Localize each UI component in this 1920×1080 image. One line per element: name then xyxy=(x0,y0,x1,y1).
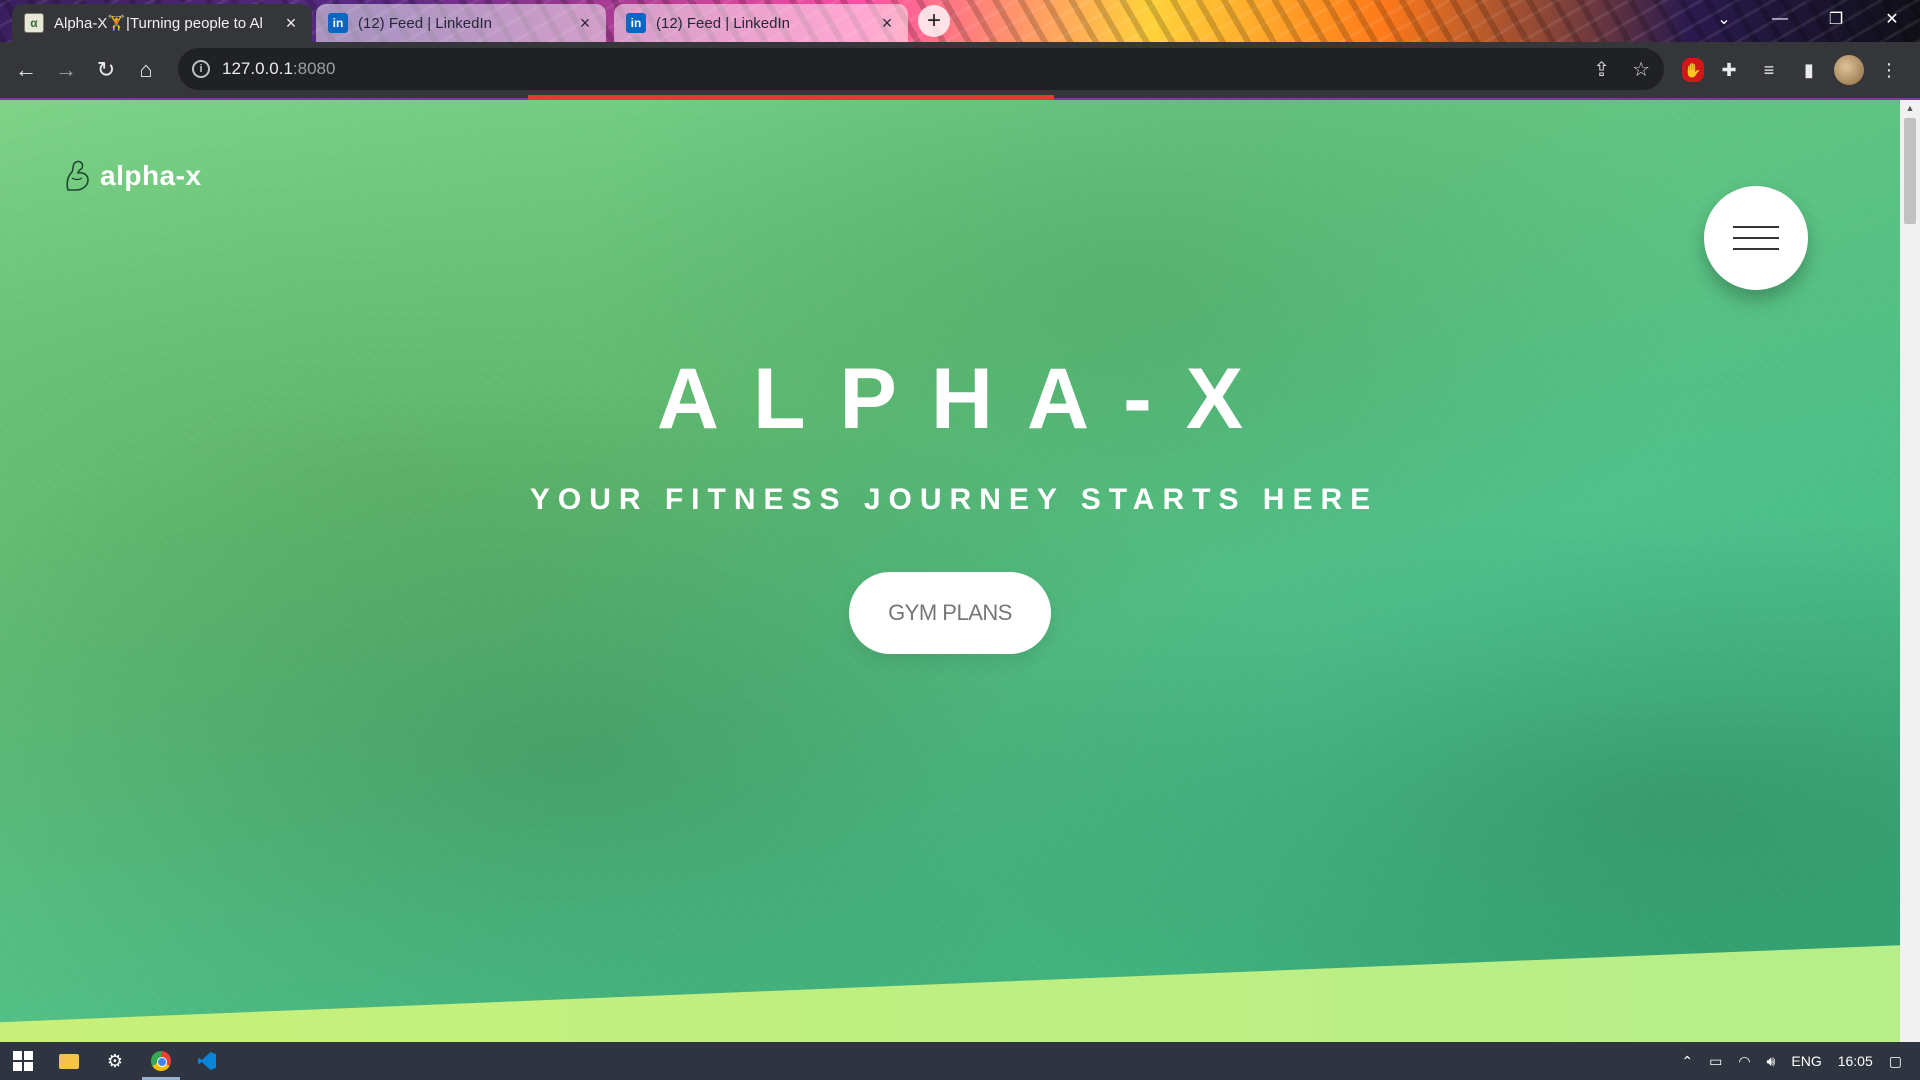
page-load-progress-bar xyxy=(528,95,1054,100)
tab-title: (12) Feed | LinkedIn xyxy=(358,14,492,32)
linkedin-favicon-icon: in xyxy=(626,13,646,33)
os-taskbar: ⚙ ⌃ ▭ ◠ 🔊︎ ENG 16:05 ▢ xyxy=(0,1042,1920,1080)
profile-avatar[interactable] xyxy=(1834,55,1864,85)
wifi-icon[interactable]: ◠ xyxy=(1738,1053,1750,1070)
new-tab-button[interactable]: + xyxy=(918,5,950,37)
site-logo[interactable]: alpha-x xyxy=(62,158,202,194)
battery-icon[interactable]: ▭ xyxy=(1709,1053,1722,1070)
language-indicator[interactable]: ENG xyxy=(1791,1053,1821,1069)
page-scrollbar[interactable]: ▲ xyxy=(1900,100,1920,1042)
extensions-area: ✋ ✚ ≡ ▮ ⋮ xyxy=(1682,42,1920,98)
alpha-x-favicon-icon: α xyxy=(24,13,44,33)
window-controls: ⌄ — ❐ ✕ xyxy=(1696,0,1920,38)
gym-plans-button[interactable]: GYM PLANS xyxy=(849,572,1051,654)
settings-gear-icon[interactable]: ⚙ xyxy=(92,1042,138,1080)
vscode-taskbar-icon[interactable] xyxy=(184,1042,230,1080)
close-tab-icon[interactable]: × xyxy=(576,13,594,33)
hero-title: ALPHA-X xyxy=(656,351,1278,447)
bookmark-star-icon[interactable]: ☆ xyxy=(1632,57,1650,82)
chrome-taskbar-icon[interactable] xyxy=(138,1042,184,1080)
minimize-icon[interactable]: — xyxy=(1752,0,1808,38)
close-tab-icon[interactable]: × xyxy=(282,13,300,33)
browser-toolbar: ← → ↻ ⌂ i 127.0.0.1:8080 ⇪ ☆ ✋ ✚ ≡ ▮ ⋮ xyxy=(0,42,1920,98)
hamburger-menu-button[interactable] xyxy=(1704,186,1808,290)
file-explorer-icon[interactable] xyxy=(46,1042,92,1080)
forward-arrow-icon[interactable]: → xyxy=(46,50,86,90)
menu-line xyxy=(1733,226,1779,228)
logo-text: alpha-x xyxy=(100,160,202,191)
tab-title: (12) Feed | LinkedIn xyxy=(656,14,790,32)
menu-line xyxy=(1733,248,1779,250)
close-icon[interactable]: ✕ xyxy=(1864,0,1920,38)
speaker-icon[interactable]: 🔊︎ xyxy=(1767,1053,1776,1070)
page-viewport: alpha-x ALPHA-X YOUR FITNESS JOURNEY STA… xyxy=(0,100,1900,1042)
windows-start-icon[interactable] xyxy=(0,1042,46,1080)
media-queue-icon[interactable]: ≡ xyxy=(1754,55,1784,85)
hero-subtitle: YOUR FITNESS JOURNEY STARTS HERE xyxy=(529,483,1379,516)
tab-linkedin-1[interactable]: in (12) Feed | LinkedIn × xyxy=(316,4,606,42)
scrollbar-thumb[interactable] xyxy=(1904,118,1916,224)
tab-linkedin-2[interactable]: in (12) Feed | LinkedIn × xyxy=(614,4,908,42)
more-menu-icon[interactable]: ⋮ xyxy=(1874,55,1904,85)
tab-alpha-x[interactable]: α Alpha-X🏋️|Turning people to Al × xyxy=(12,4,312,42)
url-port: :8080 xyxy=(292,59,336,78)
back-arrow-icon[interactable]: ← xyxy=(6,50,46,90)
flexed-arm-logo-icon xyxy=(66,160,89,191)
home-icon[interactable]: ⌂ xyxy=(126,50,166,90)
chevron-down-icon[interactable]: ⌄ xyxy=(1696,0,1752,38)
side-panel-icon[interactable]: ▮ xyxy=(1794,55,1824,85)
url-host: 127.0.0.1 xyxy=(222,59,293,78)
tab-title: Alpha-X🏋️|Turning people to Al xyxy=(54,15,263,32)
adblock-extension-icon[interactable]: ✋ xyxy=(1682,58,1704,82)
site-info-icon[interactable]: i xyxy=(192,60,210,78)
linkedin-favicon-icon: in xyxy=(328,13,348,33)
chevron-up-icon[interactable]: ⌃ xyxy=(1681,1053,1693,1070)
menu-line xyxy=(1733,237,1779,239)
restore-icon[interactable]: ❐ xyxy=(1808,0,1864,38)
reload-icon[interactable]: ↻ xyxy=(86,50,126,90)
browser-tab-strip: α Alpha-X🏋️|Turning people to Al × in (1… xyxy=(0,0,1920,42)
close-tab-icon[interactable]: × xyxy=(878,13,896,33)
hero-background-image xyxy=(0,100,1900,1042)
share-icon[interactable]: ⇪ xyxy=(1593,57,1610,82)
system-tray: ⌃ ▭ ◠ 🔊︎ ENG 16:05 ▢ xyxy=(1681,1042,1920,1080)
extensions-puzzle-icon[interactable]: ✚ xyxy=(1714,55,1744,85)
clock[interactable]: 16:05 xyxy=(1838,1053,1873,1069)
scroll-up-arrow-icon[interactable]: ▲ xyxy=(1900,100,1920,116)
address-bar[interactable]: i 127.0.0.1:8080 ⇪ ☆ xyxy=(178,48,1664,90)
notifications-icon[interactable]: ▢ xyxy=(1889,1053,1902,1070)
